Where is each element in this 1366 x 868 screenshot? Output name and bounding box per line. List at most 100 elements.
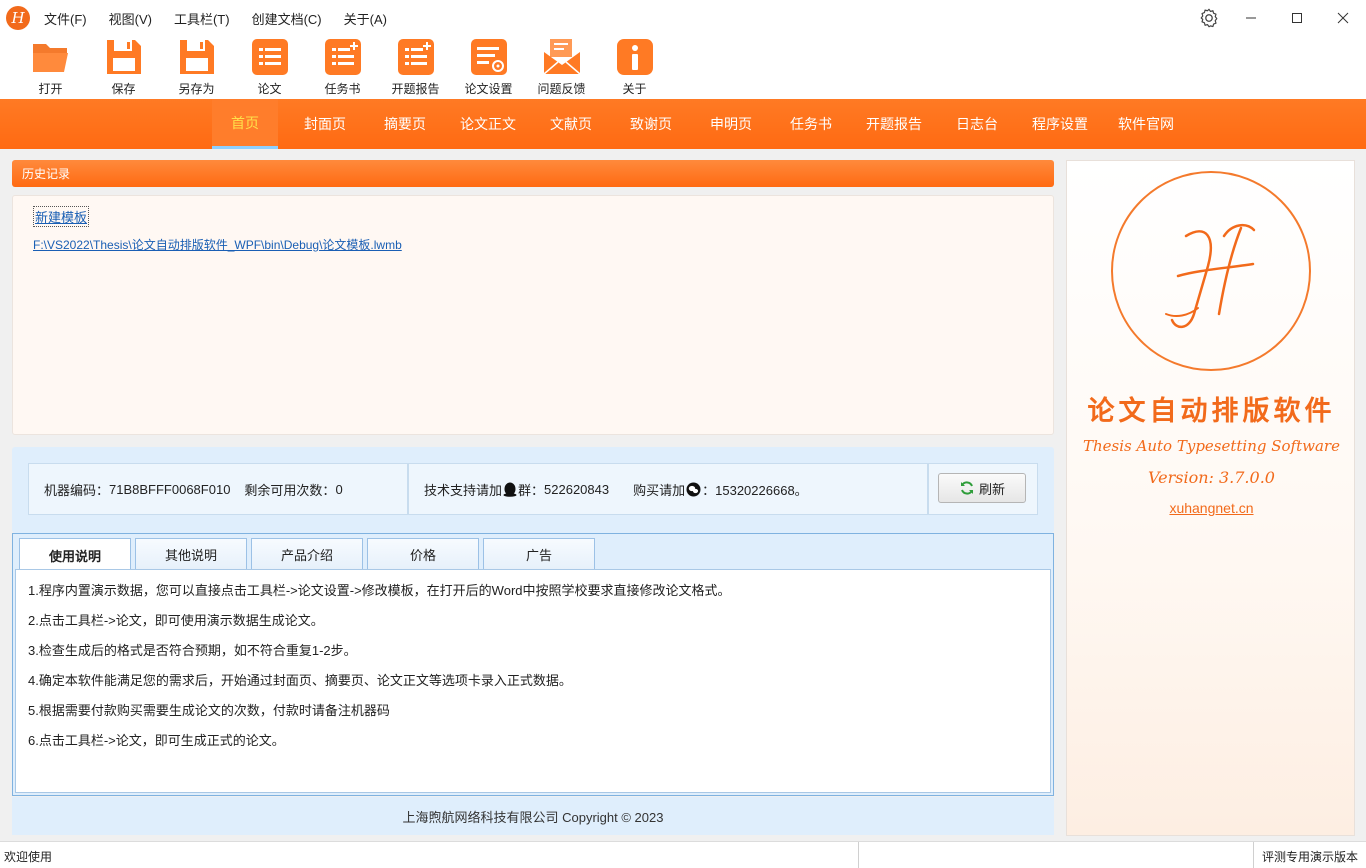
floppy-disk-icon xyxy=(106,40,141,74)
feedback-label: 问题反馈 xyxy=(537,82,586,96)
nav-official-website[interactable]: 软件官网 xyxy=(1110,99,1182,149)
app-logo: H xyxy=(6,6,30,30)
nav-log-console[interactable]: 日志台 xyxy=(944,99,1010,149)
history-file-link[interactable]: F:\VS2022\Thesis\论文自动排版软件_WPF\bin\Debug\… xyxy=(33,236,1033,253)
thesis-settings-button[interactable]: 论文设置 xyxy=(452,36,525,99)
support-group-number: 522620843 xyxy=(544,481,610,497)
history-header: 历史记录 xyxy=(12,160,1054,187)
main-nav: 首页 封面页 摘要页 论文正文 文献页 致谢页 申明页 任务书 开题报告 日志台… xyxy=(0,99,1366,149)
document-list-icon xyxy=(251,39,288,75)
status-divider xyxy=(1253,842,1254,868)
menu-toolbar[interactable]: 工具栏(T) xyxy=(174,9,230,28)
status-bar: 欢迎使用 评测专用演示版本 xyxy=(0,841,1366,868)
support-suffix: 群： xyxy=(518,482,545,498)
tab-other-notes[interactable]: 其他说明 xyxy=(135,538,247,570)
history-title: 历史记录 xyxy=(22,167,71,181)
menu-create-document[interactable]: 创建文档(C) xyxy=(252,9,322,28)
qq-icon xyxy=(503,482,517,497)
status-welcome: 欢迎使用 xyxy=(4,850,53,864)
feedback-button[interactable]: 问题反馈 xyxy=(525,36,598,99)
gear-icon[interactable] xyxy=(1198,7,1220,29)
minimize-icon xyxy=(1246,17,1256,19)
nav-cover-page[interactable]: 封面页 xyxy=(292,99,358,149)
menu-file[interactable]: 文件(F) xyxy=(44,9,87,28)
maximize-button[interactable] xyxy=(1274,0,1320,36)
document-list-icon xyxy=(324,39,361,75)
floppy-disk-icon xyxy=(179,40,214,74)
license-info-panel: 机器编码： 71B8BFFF0068F010 剩余可用次数： 0 技术支持请加 … xyxy=(12,447,1054,533)
nav-thesis-body[interactable]: 论文正文 xyxy=(452,99,524,149)
instruction-line: 2.点击工具栏->论文，即可使用演示数据生成论文。 xyxy=(28,613,324,628)
brand-panel: 论文自动排版软件 Thesis Auto Typesetting Softwar… xyxy=(1066,160,1355,836)
remaining-label: 剩余可用次数： xyxy=(244,482,336,498)
nav-home[interactable]: 首页 xyxy=(212,99,278,149)
task-book-button[interactable]: 任务书 xyxy=(306,36,379,99)
tab-price[interactable]: 价格 xyxy=(367,538,479,570)
menu-about[interactable]: 关于(A) xyxy=(344,9,387,28)
copyright-text: 上海煦航网络科技有限公司 Copyright © 2023 xyxy=(402,809,664,825)
nav-proposal-report[interactable]: 开题报告 xyxy=(858,99,930,149)
nav-abstract-page[interactable]: 摘要页 xyxy=(372,99,438,149)
tab-strip: 使用说明 其他说明 产品介绍 价格 广告 xyxy=(19,538,599,571)
instruction-line: 3.检查生成后的格式是否符合预期，如不符合重复1-2步。 xyxy=(28,643,357,658)
toolbar: 打开 保存 另存为 论文 任务书 开题报告 论文设置 问题反馈 关于 xyxy=(0,36,1366,99)
about-label: 关于 xyxy=(622,82,647,96)
refresh-button[interactable]: 刷新 xyxy=(938,473,1026,503)
help-tabs: 使用说明 其他说明 产品介绍 价格 广告 1.程序内置演示数据，您可以直接点击工… xyxy=(12,533,1054,796)
about-button[interactable]: 关于 xyxy=(598,36,671,99)
tab-product-intro[interactable]: 产品介绍 xyxy=(251,538,363,570)
refresh-icon xyxy=(960,481,973,495)
save-as-button[interactable]: 另存为 xyxy=(160,36,233,99)
document-list-icon xyxy=(397,39,434,75)
open-button[interactable]: 打开 xyxy=(14,36,87,99)
brand-logo xyxy=(1111,171,1311,371)
refresh-label: 刷新 xyxy=(978,481,1005,497)
thesis-label: 论文 xyxy=(257,82,282,96)
wechat-icon xyxy=(686,482,701,496)
website-link[interactable]: xuhangnet.cn xyxy=(1067,500,1356,516)
maximize-icon xyxy=(1292,13,1302,23)
save-as-label: 另存为 xyxy=(178,82,215,96)
nav-program-settings[interactable]: 程序设置 xyxy=(1024,99,1096,149)
buy-label: 购买请加 xyxy=(633,482,686,498)
menu-view[interactable]: 视图(V) xyxy=(109,9,152,28)
thesis-settings-label: 论文设置 xyxy=(464,82,513,96)
window-controls xyxy=(1228,0,1366,36)
document-settings-icon xyxy=(470,39,507,75)
open-label: 打开 xyxy=(38,82,63,96)
proposal-report-label: 开题报告 xyxy=(391,82,440,96)
thesis-button[interactable]: 论文 xyxy=(233,36,306,99)
proposal-report-button[interactable]: 开题报告 xyxy=(379,36,452,99)
brand-subtitle: Thesis Auto Typesetting Software xyxy=(1083,437,1340,455)
machine-info: 机器编码： 71B8BFFF0068F010 剩余可用次数： 0 xyxy=(28,463,408,515)
new-template-link[interactable]: 新建模板 xyxy=(33,206,90,227)
save-button[interactable]: 保存 xyxy=(87,36,160,99)
h-logo-icon xyxy=(1165,223,1256,328)
nav-acknowledgement-page[interactable]: 致谢页 xyxy=(618,99,684,149)
machine-code-label: 机器编码： xyxy=(44,482,110,498)
nav-references-page[interactable]: 文献页 xyxy=(538,99,604,149)
nav-declaration-page[interactable]: 申明页 xyxy=(698,99,764,149)
instructions-content: 1.程序内置演示数据，您可以直接点击工具栏->论文设置->修改模板，在打开后的W… xyxy=(15,569,1051,793)
menu-bar: 文件(F) 视图(V) 工具栏(T) 创建文档(C) 关于(A) xyxy=(44,9,409,28)
history-list: 新建模板 F:\VS2022\Thesis\论文自动排版软件_WPF\bin\D… xyxy=(12,195,1054,435)
close-icon xyxy=(1337,12,1349,24)
support-label: 技术支持请加 xyxy=(424,482,503,498)
title-bar: H 文件(F) 视图(V) 工具栏(T) 创建文档(C) 关于(A) xyxy=(0,0,1366,36)
envelope-icon xyxy=(543,39,580,75)
instruction-line: 6.点击工具栏->论文，即可生成正式的论文。 xyxy=(28,733,285,748)
minimize-button[interactable] xyxy=(1228,0,1274,36)
close-button[interactable] xyxy=(1320,0,1366,36)
brand-version: Version: 3.7.0.0 xyxy=(1148,468,1275,487)
tab-usage-instructions[interactable]: 使用说明 xyxy=(19,538,131,571)
machine-code-value: 71B8BFFF0068F010 xyxy=(109,481,231,497)
save-label: 保存 xyxy=(111,82,136,96)
buy-contact-number: 15320226668。 xyxy=(715,482,808,498)
folder-open-icon xyxy=(32,44,68,72)
instruction-line: 1.程序内置演示数据，您可以直接点击工具栏->论文设置->修改模板，在打开后的W… xyxy=(28,583,731,598)
tab-ads[interactable]: 广告 xyxy=(483,538,595,570)
status-divider xyxy=(858,842,859,868)
nav-task-book[interactable]: 任务书 xyxy=(778,99,844,149)
brand-title: 论文自动排版软件 xyxy=(1087,396,1336,426)
remaining-value: 0 xyxy=(335,481,343,497)
